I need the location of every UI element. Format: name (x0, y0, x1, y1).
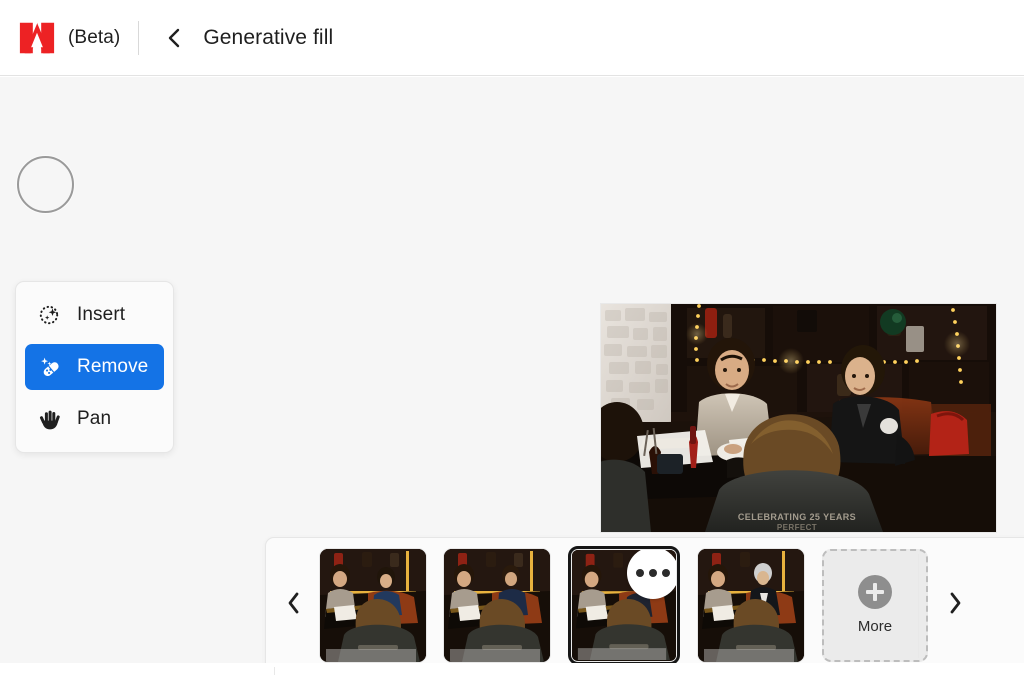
eraser-sparkle-icon (37, 354, 63, 380)
dot (636, 568, 644, 577)
tool-pan[interactable]: Pan (25, 396, 164, 442)
more-dots-icon[interactable] (627, 549, 676, 599)
generative-fill-app: (Beta) Generative fill CELEBRATING 25 YE… (0, 0, 1024, 675)
variation-thumbnail-selected[interactable] (568, 545, 680, 663)
canvas-image[interactable]: CELEBRATING 25 YEARS PERFECT (601, 304, 996, 532)
variation-thumbnail-image (572, 549, 676, 661)
chevron-left-icon (286, 592, 301, 619)
plus-circle-icon (858, 575, 892, 609)
footer-tick-divider (274, 667, 275, 675)
more-label: More (857, 618, 893, 635)
dot (649, 568, 657, 577)
more-variations-button[interactable]: More (822, 548, 928, 662)
hand-icon (37, 406, 63, 432)
tool-insert[interactable]: Insert (25, 292, 164, 338)
variation-thumbnail[interactable] (698, 548, 804, 662)
filmstrip-next-button[interactable] (918, 538, 982, 663)
sparkle-circle-icon (37, 302, 63, 328)
filmstrip-track: More (320, 545, 928, 663)
svg-text:CELEBRATING 25 YEARS: CELEBRATING 25 YEARS (738, 512, 856, 522)
beta-label: (Beta) (68, 26, 121, 48)
dot (662, 568, 670, 577)
variations-filmstrip: More (265, 537, 1024, 663)
tool-remove-label: Remove (77, 356, 149, 377)
adobe-logo-icon (18, 20, 56, 56)
brush-cursor-ring (17, 156, 74, 213)
chevron-right-icon (948, 592, 963, 619)
variation-thumbnail[interactable] (320, 548, 426, 662)
editor-canvas[interactable]: CELEBRATING 25 YEARS PERFECT Insert Remo… (0, 77, 1024, 663)
page-title: Generative fill (203, 25, 334, 49)
tool-pan-label: Pan (77, 408, 112, 429)
variation-thumbnail[interactable] (444, 548, 550, 662)
back-button[interactable] (157, 21, 191, 55)
tool-insert-label: Insert (77, 304, 126, 325)
chevron-left-icon (166, 28, 182, 48)
tool-panel: Insert Remove Pan (15, 281, 174, 453)
footer-strip (0, 663, 1024, 675)
filmstrip-prev-button[interactable] (266, 538, 320, 663)
svg-text:PERFECT: PERFECT (777, 523, 817, 532)
app-header: (Beta) Generative fill (0, 0, 1024, 76)
tool-remove[interactable]: Remove (25, 344, 164, 390)
header-divider (138, 20, 140, 55)
